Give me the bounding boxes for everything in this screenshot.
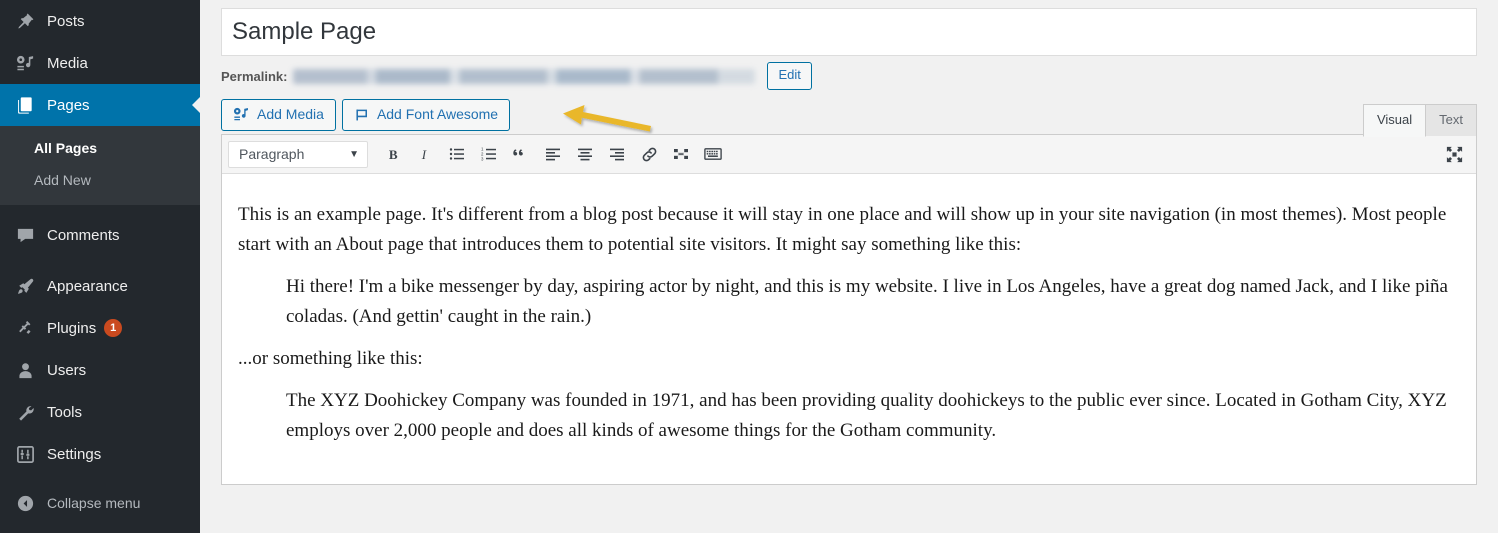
sidebar-submenu-pages: All Pages Add New <box>0 126 200 206</box>
content-paragraph: This is an example page. It's different … <box>238 204 1447 256</box>
content-blockquote-text: The XYZ Doohickey Company was founded in… <box>286 390 1447 442</box>
add-font-awesome-label: Add Font Awesome <box>376 106 499 123</box>
sidebar-separator <box>0 475 200 484</box>
tab-visual-label: Visual <box>1376 112 1413 127</box>
admin-sidebar: Posts Media Pages All Pages Add New Comm… <box>0 0 200 533</box>
media-icon <box>13 52 37 74</box>
sidebar-item-settings[interactable]: Settings <box>0 433 200 475</box>
paintbrush-icon <box>13 275 37 297</box>
sidebar-subitem-label: All Pages <box>34 140 98 156</box>
sidebar-separator <box>0 256 200 265</box>
permalink-url-redacted[interactable] <box>293 68 756 84</box>
content-paragraph: ...or something like this: <box>238 348 423 370</box>
sidebar-item-label: Comments <box>47 226 120 244</box>
content-blockquote: The XYZ Doohickey Company was founded in… <box>286 386 1460 446</box>
content-blockquote-text: Hi there! I'm a bike messenger by day, a… <box>286 276 1448 328</box>
wrench-icon <box>13 401 37 423</box>
insert-read-more-button[interactable] <box>666 139 696 169</box>
pointer-arrow <box>559 100 655 134</box>
media-buttons-bar: Add Media Add Font Awesome <box>221 96 1477 134</box>
format-select[interactable]: Paragraph ▼ <box>228 140 368 168</box>
editor-content-area[interactable]: This is an example page. It's different … <box>222 174 1476 484</box>
insert-link-button[interactable] <box>634 139 664 169</box>
add-media-button[interactable]: Add Media <box>221 99 336 131</box>
sidebar-item-label: Posts <box>47 12 85 30</box>
editor-box: Paragraph ▼ B I 123 This is an example p… <box>221 134 1477 485</box>
permalink-label: Permalink: <box>221 68 288 84</box>
permalink-edit-button[interactable]: Edit <box>767 62 812 90</box>
align-left-button[interactable] <box>538 139 568 169</box>
plug-icon <box>13 317 37 339</box>
align-center-button[interactable] <box>570 139 600 169</box>
pin-icon <box>13 10 37 32</box>
svg-text:I: I <box>420 147 426 162</box>
sliders-icon <box>13 443 37 465</box>
sidebar-item-tools[interactable]: Tools <box>0 391 200 433</box>
sidebar-subitem-add-new[interactable]: Add New <box>0 164 200 196</box>
content-blockquote: Hi there! I'm a bike messenger by day, a… <box>286 272 1460 332</box>
sidebar-subitem-all-pages[interactable]: All Pages <box>0 132 200 164</box>
distraction-free-icon[interactable] <box>1440 140 1468 168</box>
add-media-label: Add Media <box>257 106 324 123</box>
bulleted-list-button[interactable] <box>442 139 472 169</box>
sidebar-subitem-label: Add New <box>34 172 91 189</box>
sidebar-item-label: Media <box>47 54 88 72</box>
sidebar-item-appearance[interactable]: Appearance <box>0 265 200 307</box>
editor-wrapper: Visual Text Paragraph ▼ B I 1 2 3 This i… <box>221 104 1477 485</box>
tab-visual[interactable]: Visual <box>1362 104 1427 137</box>
italic-button[interactable]: I <box>410 139 440 169</box>
sidebar-item-label: Tools <box>47 403 83 421</box>
bold-button[interactable]: B <box>378 139 408 169</box>
collapse-menu-label: Collapse menu <box>47 495 141 512</box>
pages-icon <box>13 94 37 116</box>
chevron-down-icon: ▼ <box>349 148 359 160</box>
sidebar-item-label: Appearance <box>47 277 128 295</box>
permalink-row: Permalink: Edit <box>221 56 1477 94</box>
sidebar-item-label: Users <box>47 361 87 379</box>
user-icon <box>13 359 37 381</box>
format-select-value: Paragraph <box>239 146 305 162</box>
tab-text-label: Text <box>1439 112 1463 127</box>
comment-icon <box>13 224 37 246</box>
sidebar-item-users[interactable]: Users <box>0 349 200 391</box>
post-editor-main: Permalink: Edit Add Media Add Font Aweso… <box>200 0 1498 533</box>
page-title-input[interactable] <box>221 8 1477 56</box>
add-font-awesome-button[interactable]: Add Font Awesome <box>341 99 511 131</box>
sidebar-item-pages[interactable]: Pages <box>0 84 200 126</box>
tab-text[interactable]: Text <box>1426 104 1477 136</box>
sidebar-item-media[interactable]: Media <box>0 42 200 84</box>
add-media-icon <box>233 106 250 123</box>
sidebar-separator <box>0 205 200 214</box>
sidebar-item-label: Settings <box>47 445 102 463</box>
keyboard-shortcuts-button[interactable] <box>698 139 728 169</box>
editor-toolbar: Paragraph ▼ B I 123 <box>222 135 1476 174</box>
svg-text:B: B <box>388 147 397 162</box>
sidebar-item-plugins[interactable]: Plugins 1 <box>0 307 200 349</box>
sidebar-item-label: Plugins <box>47 319 97 337</box>
collapse-menu-button[interactable]: Collapse menu <box>0 484 200 522</box>
align-right-button[interactable] <box>602 139 632 169</box>
blockquote-button[interactable] <box>506 139 536 169</box>
svg-text:3: 3 <box>481 156 484 161</box>
plugins-update-badge: 1 <box>104 319 123 338</box>
numbered-list-button[interactable]: 123 <box>474 139 504 169</box>
collapse-arrow-icon <box>13 494 37 513</box>
editor-mode-tabs: Visual Text <box>1362 104 1477 137</box>
flag-icon <box>354 107 370 123</box>
wordpress-admin-screen: Posts Media Pages All Pages Add New Comm… <box>0 0 1498 533</box>
sidebar-item-label: Pages <box>47 96 90 114</box>
sidebar-item-posts[interactable]: Posts <box>0 0 200 42</box>
sidebar-item-comments[interactable]: Comments <box>0 214 200 256</box>
